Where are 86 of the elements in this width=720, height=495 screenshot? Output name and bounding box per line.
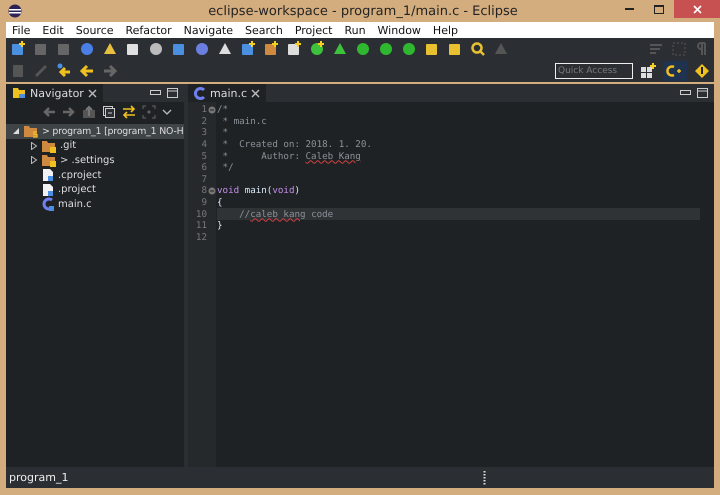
up-folder-icon[interactable] [82, 105, 96, 119]
menu-item[interactable]: Navigate [178, 24, 240, 36]
maximize-icon[interactable] [697, 88, 708, 98]
drag-handle-icon[interactable] [483, 471, 486, 485]
code-token: */ [222, 162, 234, 174]
maximize-icon[interactable] [167, 88, 178, 98]
search-icon[interactable] [470, 41, 486, 57]
git-diamond-icon[interactable] [694, 63, 710, 79]
close-button[interactable] [674, 0, 720, 18]
code-token: caleb [250, 208, 278, 220]
tree-item[interactable]: .git [60, 140, 76, 152]
tree-item[interactable]: .cproject [58, 170, 102, 181]
code-token: { [217, 197, 223, 208]
code-token: code [310, 208, 334, 220]
status-text: program_1 [9, 471, 68, 484]
minimize-icon[interactable] [150, 90, 161, 96]
focus-icon[interactable] [142, 105, 156, 119]
menu-item[interactable]: Help [426, 24, 464, 36]
c-cpp-perspective-button[interactable] [663, 61, 687, 81]
close-icon [692, 4, 702, 14]
maximize-icon [654, 4, 664, 14]
code-token: * main.c [222, 116, 267, 127]
forward-arrow-icon[interactable] [62, 105, 76, 119]
fold-toggle-icon[interactable] [208, 106, 216, 114]
menu-item[interactable]: Project [288, 24, 338, 36]
line-number: 5 [200, 150, 207, 162]
code-token: ) [294, 185, 300, 196]
code-token: Caleb Kang [306, 150, 361, 162]
line-number: 11 [194, 220, 207, 232]
tree-item[interactable]: .project [58, 184, 96, 196]
line-number: 12 [194, 232, 207, 243]
eclipse-icon [8, 4, 22, 18]
open-perspective-icon[interactable] [640, 63, 656, 79]
collapse-all-icon[interactable] [102, 105, 116, 119]
code-token: // [238, 208, 250, 220]
navigator-tab[interactable]: Navigator [6, 84, 103, 102]
line-number: 2 [200, 116, 207, 127]
menu-item[interactable]: Search [239, 24, 289, 36]
menu-item[interactable]: Edit [36, 24, 70, 36]
collapsed-arrow-icon[interactable] [30, 156, 38, 164]
code-token: void [272, 185, 294, 196]
collapsed-arrow-icon[interactable] [30, 142, 38, 150]
line-number: 9 [200, 197, 207, 208]
line-number: 1 [200, 104, 207, 116]
tree-item[interactable]: main.c [58, 198, 92, 210]
file-icon [41, 168, 55, 182]
menu-item[interactable]: Refactor [120, 24, 178, 36]
minimize-icon[interactable] [680, 90, 691, 96]
code-token: kang [282, 208, 306, 220]
back-arrow-icon[interactable] [56, 63, 72, 79]
c-plus-plus-icon [666, 64, 684, 78]
quick-access-field[interactable]: Quick Access [555, 63, 633, 79]
code-token: * Author: [222, 150, 301, 162]
tab-label: main.c [210, 86, 248, 100]
code-token: } [217, 220, 223, 232]
project-folder-icon [23, 124, 39, 138]
line-number: 3 [200, 127, 207, 138]
line-number: 7 [200, 174, 207, 185]
close-icon[interactable] [251, 88, 260, 98]
menu-item[interactable]: Source [70, 24, 120, 36]
menu-item[interactable]: Run [338, 24, 372, 36]
expanded-arrow-icon[interactable] [12, 127, 20, 136]
code-token: main( [244, 185, 272, 196]
tab-label: Navigator [30, 86, 84, 100]
file-icon [41, 182, 55, 197]
editor-tab[interactable]: main.c [188, 84, 266, 102]
chevron-down-icon[interactable] [162, 108, 172, 116]
menu-item[interactable]: File [6, 24, 36, 36]
line-number: 8 [200, 185, 207, 196]
code-token: /* [217, 104, 228, 116]
code-token: void [217, 185, 240, 196]
tree-item[interactable]: > .settings [60, 154, 115, 166]
line-number: 10 [194, 208, 207, 220]
code-token: * Created on: 2018. 1. 20. [222, 139, 372, 150]
line-number: 6 [200, 162, 207, 174]
fold-toggle-icon[interactable] [208, 186, 216, 195]
line-number: 4 [200, 139, 207, 150]
code-token: * [222, 127, 228, 138]
menu-item[interactable]: Window [372, 24, 427, 36]
link-arrows-icon[interactable] [122, 105, 136, 119]
window-title: eclipse-workspace - program_1/main.c - Eclipse [207, 4, 519, 18]
c-file-icon [41, 197, 55, 212]
minimize-icon [624, 8, 634, 10]
back-arrow-icon[interactable] [79, 63, 95, 79]
c-file-icon [194, 86, 206, 100]
close-icon[interactable] [88, 88, 97, 98]
